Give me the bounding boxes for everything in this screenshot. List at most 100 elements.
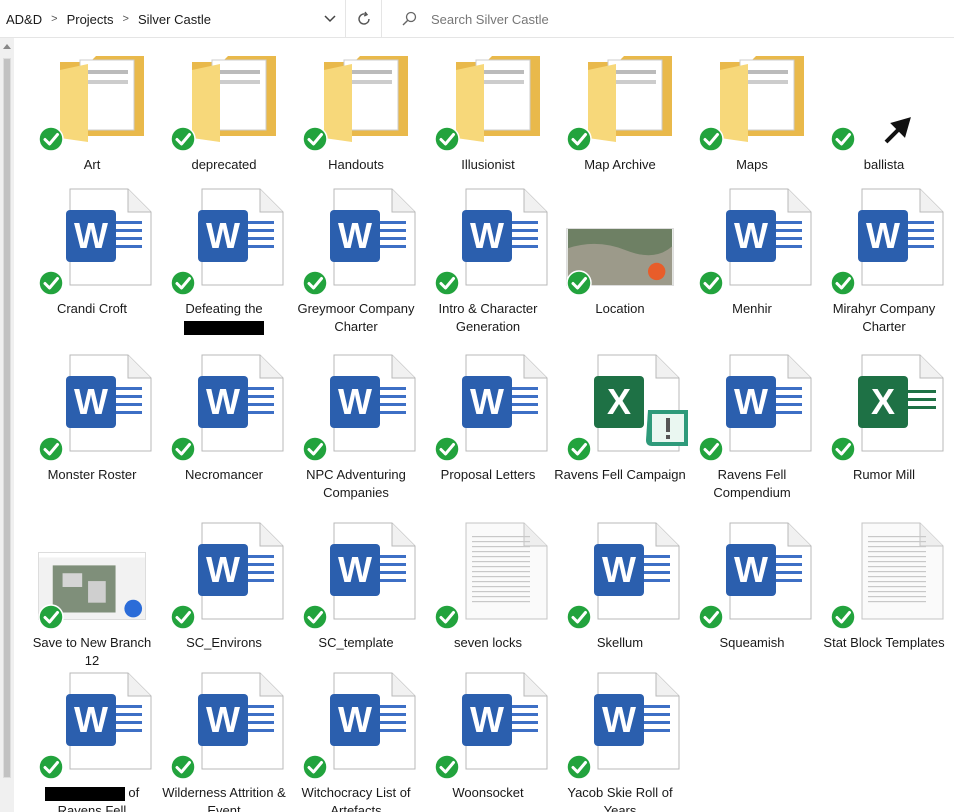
word-document-icon: W xyxy=(594,522,680,620)
vertical-scrollbar[interactable] xyxy=(0,38,14,812)
file-item[interactable]: Maps xyxy=(686,44,818,212)
file-item[interactable]: Illusionist xyxy=(422,44,554,212)
file-item[interactable]: X Rumor Mill xyxy=(818,354,950,522)
synced-check-icon xyxy=(38,604,64,630)
text-document-icon xyxy=(858,522,944,620)
word-document-icon: W xyxy=(198,188,284,286)
word-document-icon: W xyxy=(198,672,284,770)
file-icon: X xyxy=(830,354,944,462)
file-item[interactable]: X Ravens Fell Campaign xyxy=(554,354,688,522)
breadcrumb-silver-castle[interactable]: Silver Castle xyxy=(136,12,213,27)
synced-check-icon xyxy=(302,754,328,780)
file-name: Woonsocket xyxy=(452,785,524,800)
word-document-icon: W xyxy=(462,188,548,286)
file-item[interactable]: W Mirahyr Company Charter xyxy=(818,188,950,356)
synced-check-icon xyxy=(170,126,196,152)
file-item[interactable]: W Necromancer xyxy=(158,354,290,522)
file-item[interactable]: ballista xyxy=(818,44,950,212)
file-name: Stat Block Templates xyxy=(823,635,945,650)
file-label: Woonsocket xyxy=(422,784,554,802)
file-item[interactable]: Art xyxy=(26,44,158,212)
file-name: NPC Adventuring Companies xyxy=(306,467,406,500)
file-item[interactable]: W Intro & Character Generation xyxy=(422,188,554,356)
file-item[interactable]: W of Ravens Fell xyxy=(26,672,158,812)
file-icon: W xyxy=(434,188,548,296)
file-label: Handouts xyxy=(290,156,422,174)
file-name: ballista xyxy=(863,157,905,172)
folder-icon xyxy=(192,56,276,142)
synced-check-icon xyxy=(38,436,64,462)
scroll-up-icon[interactable] xyxy=(3,44,11,49)
synced-check-icon xyxy=(698,436,724,462)
synced-check-icon xyxy=(170,270,196,296)
file-item[interactable]: W SC_Environs xyxy=(158,522,290,690)
synced-check-icon xyxy=(38,270,64,296)
word-document-icon: W xyxy=(726,354,812,452)
file-item[interactable]: W NPC Adventuring Companies xyxy=(290,354,422,522)
file-name: Monster Roster xyxy=(47,467,137,482)
file-item[interactable]: Location xyxy=(554,188,686,356)
file-icon: W xyxy=(698,188,812,296)
file-item[interactable]: W Squeamish xyxy=(686,522,818,690)
file-item[interactable]: Stat Block Templates xyxy=(818,522,950,690)
file-icon xyxy=(434,522,548,630)
file-name: Necromancer xyxy=(184,467,264,482)
file-label: Defeating the xyxy=(158,300,290,336)
word-document-icon: W xyxy=(330,672,416,770)
file-label: SC_template xyxy=(290,634,422,652)
file-icon: W xyxy=(170,188,284,296)
file-item[interactable]: Handouts xyxy=(290,44,422,212)
breadcrumb-ADD[interactable]: AD&D xyxy=(4,12,44,27)
excel-document-icon: X xyxy=(594,354,688,452)
file-item[interactable]: W Proposal Letters xyxy=(422,354,554,522)
file-label: Stat Block Templates xyxy=(818,634,950,652)
file-item[interactable]: W Defeating the xyxy=(158,188,290,356)
file-label: Menhir xyxy=(686,300,818,318)
synced-check-icon xyxy=(302,126,328,152)
scrollbar-thumb[interactable] xyxy=(3,58,11,778)
file-item[interactable]: seven locks xyxy=(422,522,554,690)
folder-icon xyxy=(456,56,540,142)
breadcrumb-separator-icon: > xyxy=(122,13,129,25)
file-label: Maps xyxy=(686,156,818,174)
word-document-icon: W xyxy=(330,188,416,286)
file-item[interactable]: W Crandi Croft xyxy=(26,188,158,356)
file-grid: Art deprecated Handouts Illusionist Map Arch… xyxy=(26,44,954,812)
search-box[interactable]: Search Silver Castle xyxy=(383,0,954,38)
breadcrumb-projects[interactable]: Projects xyxy=(65,12,116,27)
file-item[interactable]: Save to New Branch 12 xyxy=(26,522,158,690)
chevron-down-icon[interactable] xyxy=(323,11,337,25)
file-item[interactable]: W Witchocracy List of Artefacts xyxy=(290,672,422,812)
file-icon: W xyxy=(698,354,812,462)
file-item[interactable]: deprecated xyxy=(158,44,290,212)
synced-check-icon xyxy=(698,604,724,630)
word-document-icon: W xyxy=(66,188,152,286)
file-item[interactable]: W Wilderness Attrition & Event xyxy=(158,672,290,812)
file-label: Rumor Mill xyxy=(818,466,950,484)
file-label: Greymoor Company Charter xyxy=(290,300,422,336)
breadcrumb-separator-icon: > xyxy=(51,13,58,25)
file-icon: W xyxy=(566,672,680,780)
synced-check-icon xyxy=(302,604,328,630)
file-name: Skellum xyxy=(596,635,644,650)
file-item[interactable]: Map Archive xyxy=(554,44,686,212)
synced-check-icon xyxy=(434,270,460,296)
file-item[interactable]: W SC_template xyxy=(290,522,422,690)
address-bar[interactable]: AD&D > Projects > Silver Castle xyxy=(0,0,346,38)
file-item[interactable]: W Greymoor Company Charter xyxy=(290,188,422,356)
file-item[interactable]: W Ravens Fell Compendium xyxy=(686,354,818,522)
word-document-icon: W xyxy=(330,354,416,452)
search-placeholder: Search Silver Castle xyxy=(431,11,549,27)
file-item[interactable]: W Yacob Skie Roll of Years xyxy=(554,672,686,812)
synced-check-icon xyxy=(38,126,64,152)
file-icon: W xyxy=(38,672,152,780)
file-label: Proposal Letters xyxy=(422,466,554,484)
word-document-icon: W xyxy=(330,522,416,620)
refresh-button[interactable] xyxy=(346,0,382,38)
file-icon: W xyxy=(302,354,416,462)
file-name: Menhir xyxy=(732,301,772,316)
file-item[interactable]: W Monster Roster xyxy=(26,354,158,522)
file-item[interactable]: W Menhir xyxy=(686,188,818,356)
file-item[interactable]: W Skellum xyxy=(554,522,686,690)
file-item[interactable]: W Woonsocket xyxy=(422,672,554,812)
